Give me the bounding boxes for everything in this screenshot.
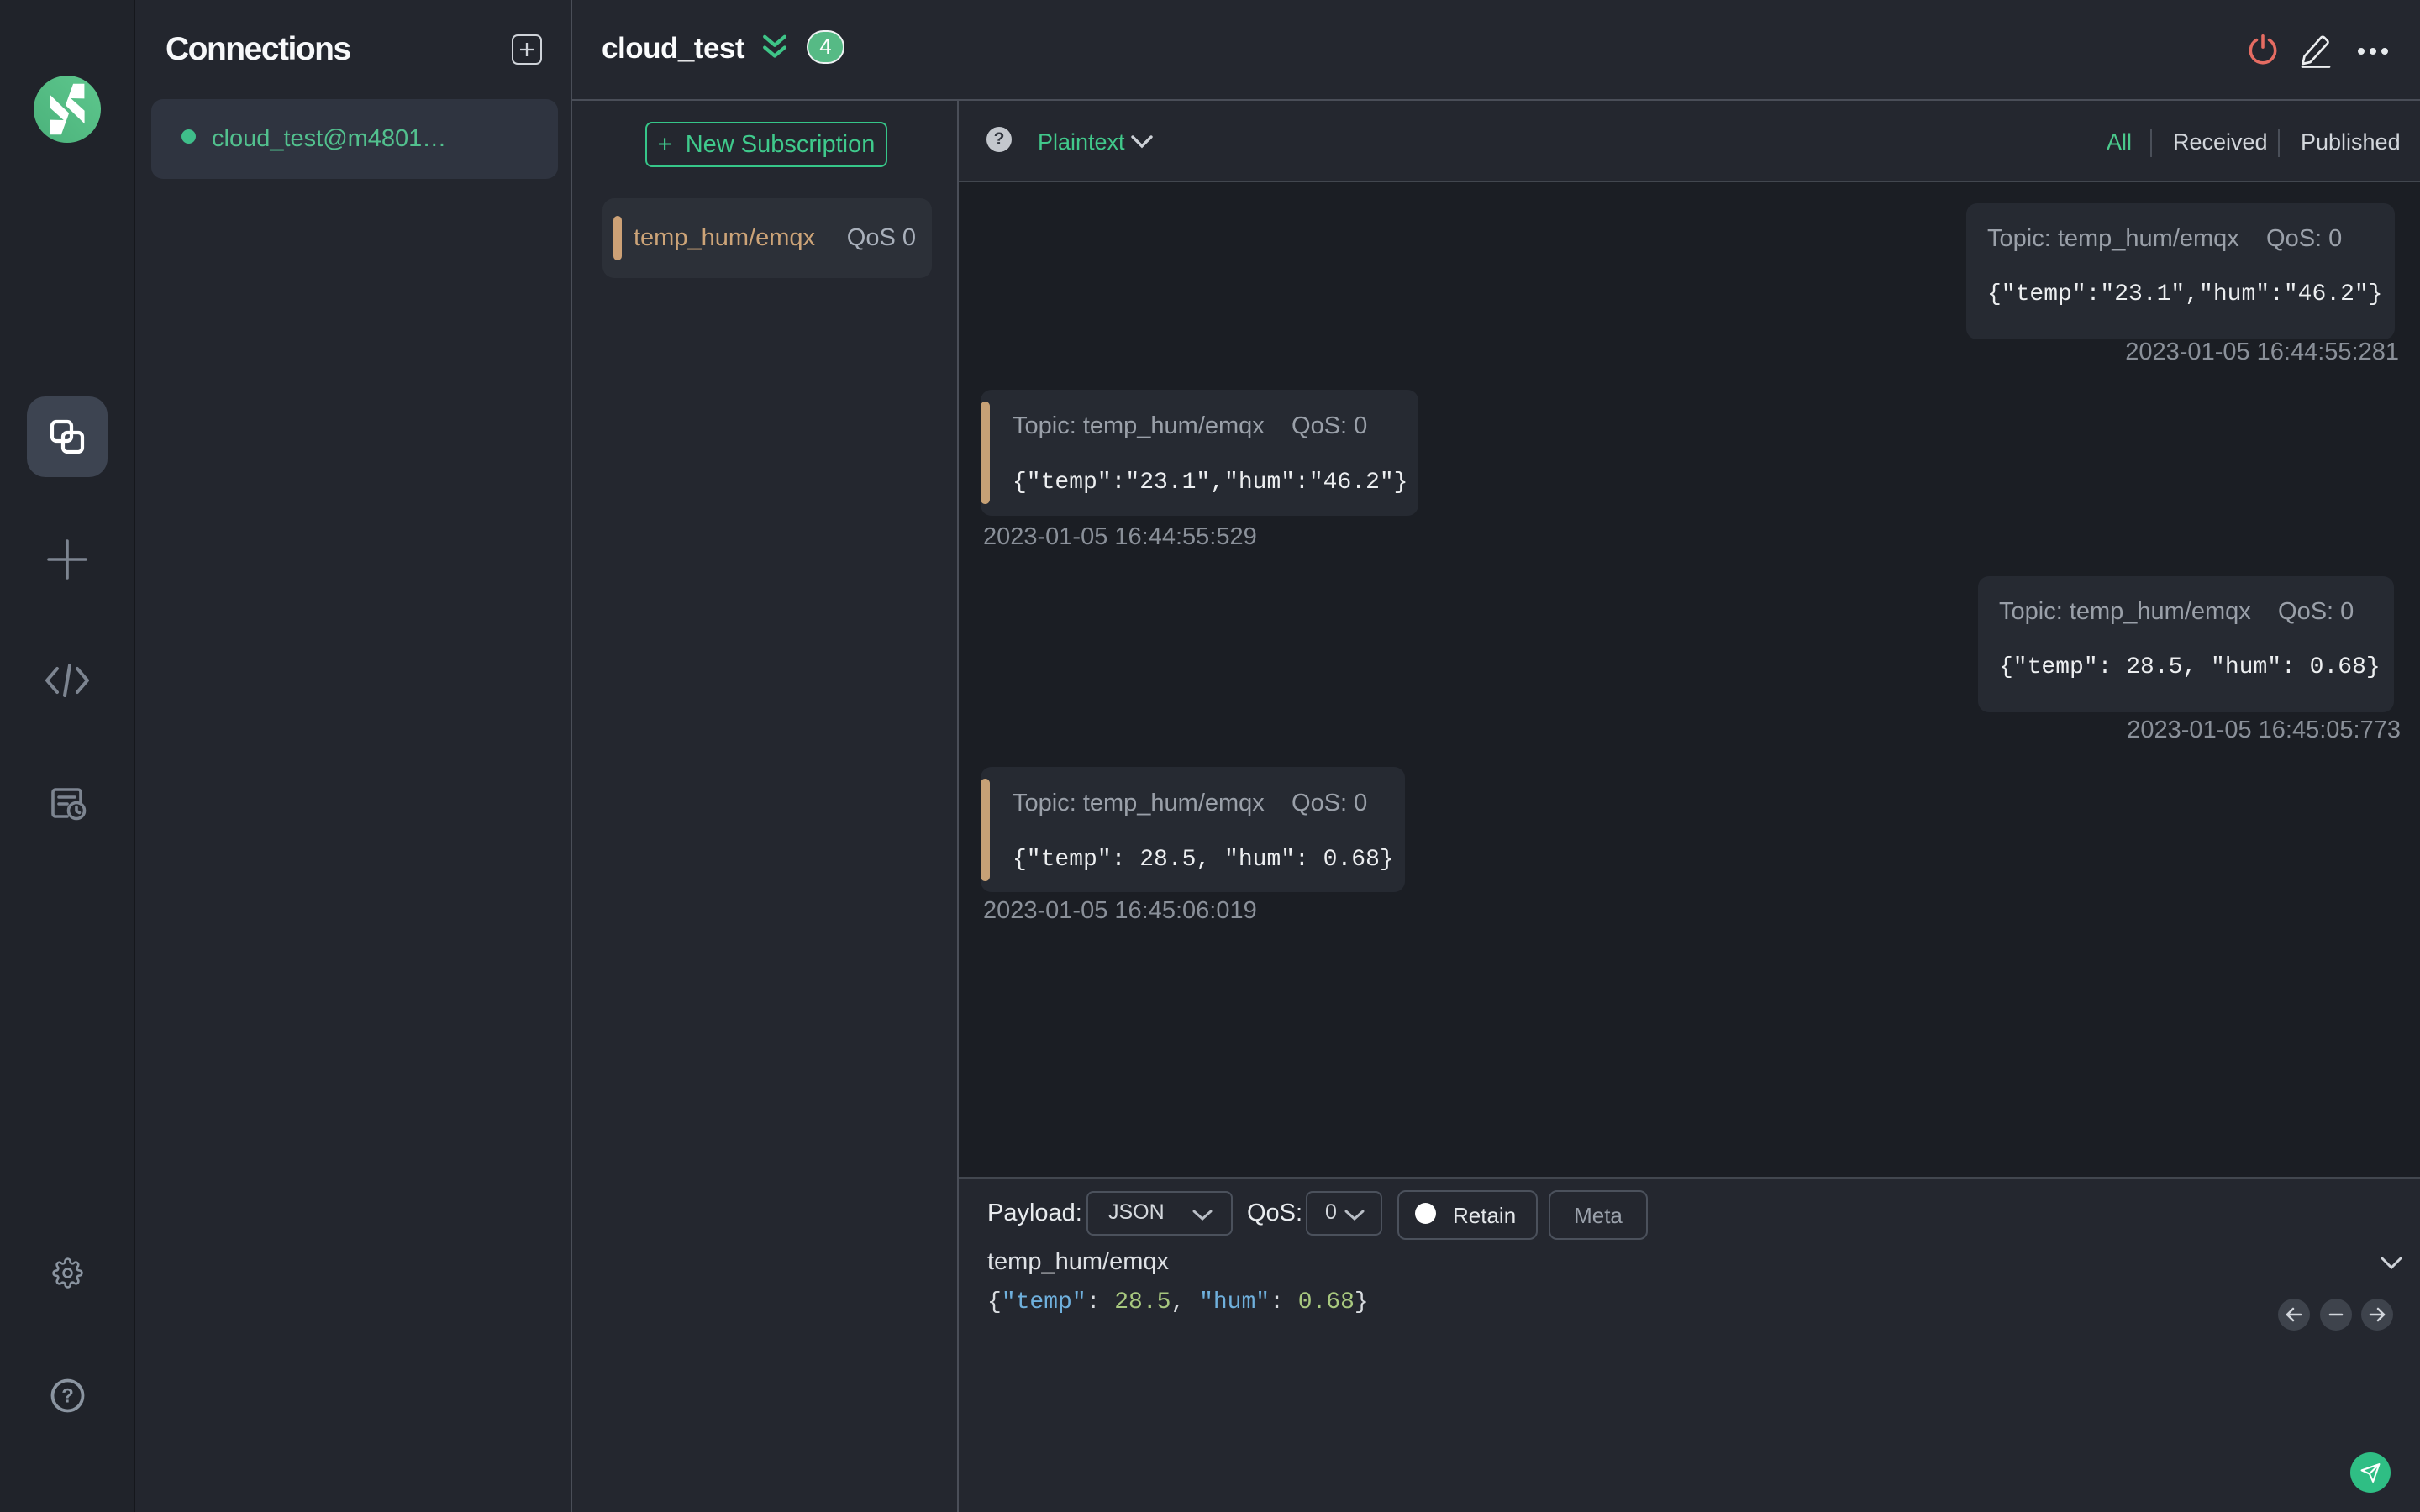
svg-text:?: ? (61, 1385, 74, 1408)
